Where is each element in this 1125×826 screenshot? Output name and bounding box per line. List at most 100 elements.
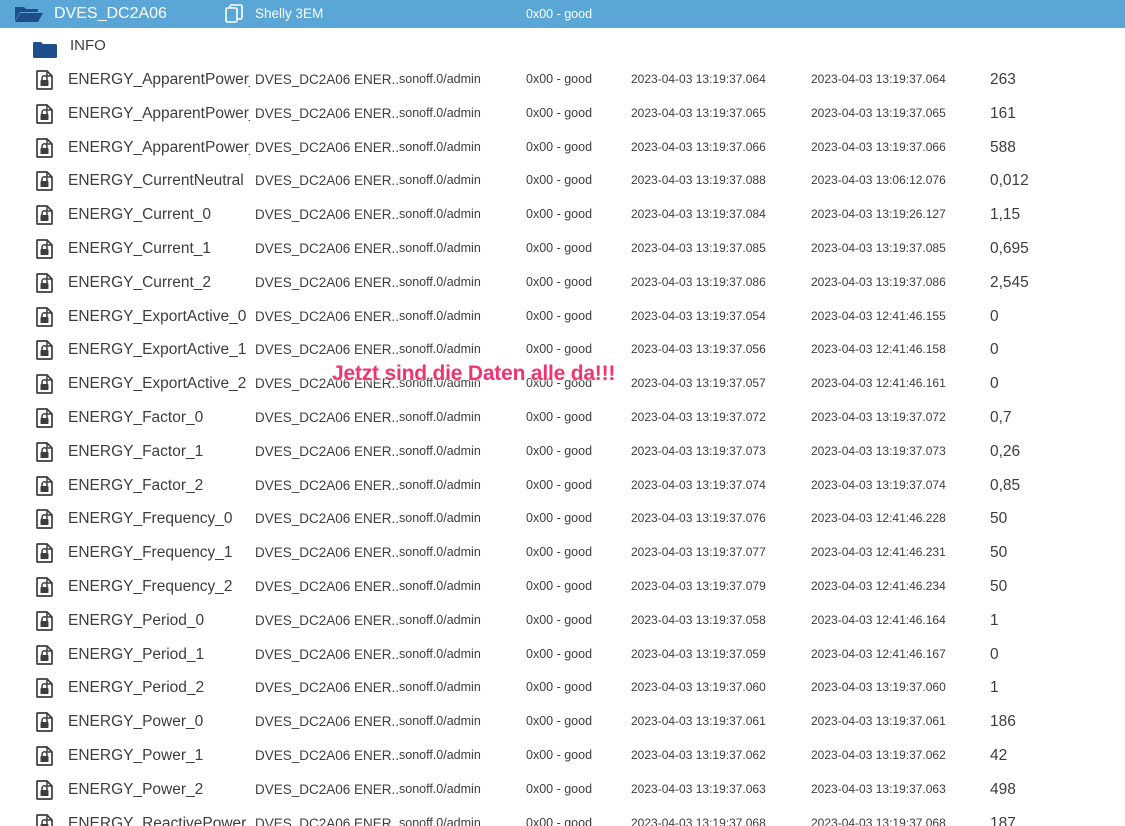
state-description: DVES_DC2A06 ENER... <box>255 240 399 256</box>
state-name: ENERGY_Power_1 <box>68 746 204 764</box>
state-row[interactable]: ENERGY_Factor_2 DVES_DC2A06 ENER... sono… <box>0 469 1125 503</box>
state-name: ENERGY_Factor_2 <box>68 476 204 494</box>
state-quality: 0x00 - good <box>526 578 593 593</box>
state-row[interactable]: ENERGY_Frequency_0 DVES_DC2A06 ENER... s… <box>0 502 1125 536</box>
state-row[interactable]: ENERGY_ApparentPower_0 DVES_DC2A06 ENER.… <box>0 63 1125 97</box>
state-value[interactable]: 50 <box>990 502 1110 536</box>
state-quality: 0x00 - good <box>526 443 593 458</box>
state-last-change: 2023-04-03 12:41:46.167 <box>811 646 946 661</box>
state-value[interactable]: 588 <box>990 131 1110 165</box>
device-row-selected[interactable]: DVES_DC2A06 Shelly 3EM 0x00 - good <box>0 0 1125 28</box>
state-description: DVES_DC2A06 ENER... <box>255 781 399 797</box>
state-last-change: 2023-04-03 12:41:46.155 <box>811 308 946 323</box>
folder-icon[interactable] <box>33 38 57 58</box>
state-value[interactable]: 0 <box>990 367 1110 401</box>
state-row[interactable]: ENERGY_ApparentPower_2 DVES_DC2A06 ENER.… <box>0 131 1125 165</box>
state-value[interactable]: 0,7 <box>990 401 1110 435</box>
state-row[interactable]: ENERGY_Period_2 DVES_DC2A06 ENER... sono… <box>0 671 1125 705</box>
state-quality: 0x00 - good <box>526 72 593 86</box>
state-name: ENERGY_ExportActive_2 <box>68 375 247 393</box>
state-row[interactable]: ENERGY_ExportActive_0 DVES_DC2A06 ENER..… <box>0 300 1125 334</box>
state-value[interactable]: 0,26 <box>990 435 1110 469</box>
state-value[interactable]: 2,545 <box>990 266 1110 300</box>
state-row[interactable]: ENERGY_Frequency_1 DVES_DC2A06 ENER... s… <box>0 536 1125 570</box>
state-quality: 0x00 - good <box>526 409 593 424</box>
state-last-change: 2023-04-03 12:41:46.158 <box>811 342 946 357</box>
state-row[interactable]: ENERGY_Period_0 DVES_DC2A06 ENER... sono… <box>0 604 1125 638</box>
file-lock-icon <box>36 367 58 401</box>
state-last-change: 2023-04-03 13:19:37.060 <box>811 680 946 695</box>
state-row[interactable]: ENERGY_Period_1 DVES_DC2A06 ENER... sono… <box>0 638 1125 672</box>
state-description: DVES_DC2A06 ENER... <box>255 443 399 459</box>
state-row[interactable]: ENERGY_Power_0 DVES_DC2A06 ENER... sonof… <box>0 705 1125 739</box>
state-name: ENERGY_Period_0 <box>68 611 205 629</box>
state-row[interactable]: ENERGY_Current_0 DVES_DC2A06 ENER... son… <box>0 198 1125 232</box>
state-value[interactable]: 0,012 <box>990 164 1110 198</box>
state-value[interactable]: 0 <box>990 300 1110 334</box>
state-timestamp: 2023-04-03 13:19:37.054 <box>631 308 766 323</box>
state-value[interactable]: 0,695 <box>990 232 1110 266</box>
state-value[interactable]: 161 <box>990 97 1110 131</box>
state-timestamp: 2023-04-03 13:19:37.057 <box>631 376 766 391</box>
state-value[interactable]: 50 <box>990 536 1110 570</box>
file-lock-icon <box>36 266 58 300</box>
state-timestamp: 2023-04-03 13:19:37.058 <box>631 612 766 627</box>
file-lock-icon <box>36 604 58 638</box>
state-value[interactable]: 498 <box>990 773 1110 807</box>
folder-label: INFO <box>70 37 106 54</box>
state-last-change: 2023-04-03 12:41:46.161 <box>811 376 946 391</box>
state-last-change: 2023-04-03 12:41:46.228 <box>811 511 946 526</box>
state-description: DVES_DC2A06 ENER... <box>255 612 399 628</box>
state-row[interactable]: ENERGY_CurrentNeutral DVES_DC2A06 ENER..… <box>0 164 1125 198</box>
state-timestamp: 2023-04-03 13:19:37.068 <box>631 815 766 826</box>
state-row[interactable]: ENERGY_Current_2 DVES_DC2A06 ENER... son… <box>0 266 1125 300</box>
state-quality: 0x00 - good <box>526 612 593 627</box>
state-row[interactable]: ENERGY_ApparentPower_1 DVES_DC2A06 ENER.… <box>0 97 1125 131</box>
file-lock-icon <box>36 300 58 334</box>
state-row[interactable]: ENERGY_Power_1 DVES_DC2A06 ENER... sonof… <box>0 739 1125 773</box>
state-list: ENERGY_ApparentPower_0 DVES_DC2A06 ENER.… <box>0 63 1125 826</box>
state-description: DVES_DC2A06 ENER... <box>255 173 399 189</box>
state-name: ENERGY_Factor_1 <box>68 442 204 460</box>
state-row[interactable]: ENERGY_Factor_0 DVES_DC2A06 ENER... sono… <box>0 401 1125 435</box>
state-description: DVES_DC2A06 ENER... <box>255 477 399 493</box>
state-value[interactable]: 1 <box>990 671 1110 705</box>
annotation-overlay: Jetzt sind die Daten alle da!!! <box>332 362 616 385</box>
state-name: ENERGY_Frequency_0 <box>68 510 233 528</box>
state-timestamp: 2023-04-03 13:19:37.065 <box>631 105 766 120</box>
state-value[interactable]: 187 <box>990 807 1110 826</box>
state-value[interactable]: 50 <box>990 570 1110 604</box>
state-value[interactable]: 42 <box>990 739 1110 773</box>
state-row[interactable]: ENERGY_Factor_1 DVES_DC2A06 ENER... sono… <box>0 435 1125 469</box>
state-value[interactable]: 1 <box>990 604 1110 638</box>
state-last-change: 2023-04-03 12:41:46.234 <box>811 578 946 593</box>
state-last-change: 2023-04-03 13:19:37.063 <box>811 781 946 796</box>
state-description: DVES_DC2A06 ENER... <box>255 680 399 696</box>
file-lock-icon <box>36 807 58 826</box>
state-row[interactable]: ENERGY_Frequency_2 DVES_DC2A06 ENER... s… <box>0 570 1125 604</box>
file-lock-icon <box>36 773 58 807</box>
state-quality: 0x00 - good <box>526 545 593 560</box>
state-from: sonoff.0/admin <box>399 714 481 729</box>
state-value[interactable]: 0 <box>990 333 1110 367</box>
state-value[interactable]: 186 <box>990 705 1110 739</box>
copy-icon[interactable] <box>225 4 243 24</box>
state-timestamp: 2023-04-03 13:19:37.072 <box>631 409 766 424</box>
state-timestamp: 2023-04-03 13:19:37.076 <box>631 511 766 526</box>
folder-row-info[interactable]: INFO <box>0 30 1125 62</box>
state-value[interactable]: 0 <box>990 638 1110 672</box>
state-description: DVES_DC2A06 ENER... <box>255 747 399 763</box>
state-row[interactable]: ENERGY_Current_1 DVES_DC2A06 ENER... son… <box>0 232 1125 266</box>
state-last-change: 2023-04-03 13:19:37.086 <box>811 274 946 289</box>
state-value[interactable]: 1,15 <box>990 198 1110 232</box>
state-description: DVES_DC2A06 ENER... <box>255 714 399 730</box>
state-quality: 0x00 - good <box>526 105 593 120</box>
state-row[interactable]: ENERGY_ReactivePower_0 DVES_DC2A06 ENER.… <box>0 807 1125 826</box>
state-value[interactable]: 263 <box>990 63 1110 97</box>
state-description: DVES_DC2A06 ENER... <box>255 105 399 121</box>
device-quality: 0x00 - good <box>526 7 593 21</box>
state-value[interactable]: 0,85 <box>990 469 1110 503</box>
state-name: ENERGY_ExportActive_1 <box>68 341 247 359</box>
folder-open-icon[interactable] <box>14 5 44 23</box>
state-row[interactable]: ENERGY_Power_2 DVES_DC2A06 ENER... sonof… <box>0 773 1125 807</box>
